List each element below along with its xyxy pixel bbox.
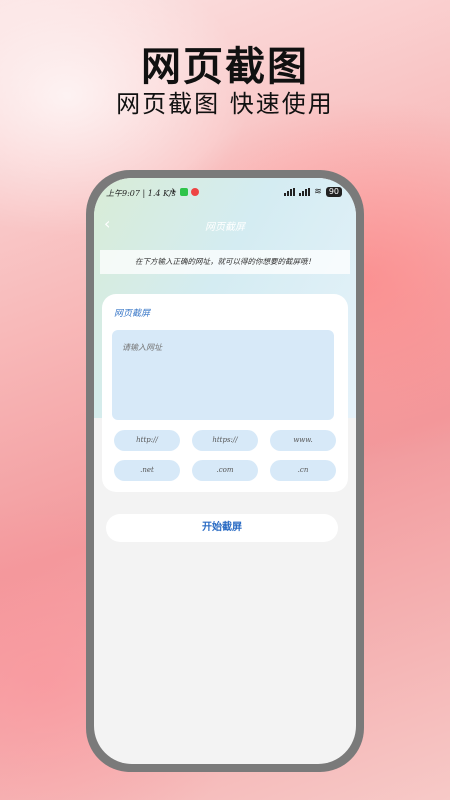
chip-cn[interactable]: .cn	[270, 460, 336, 481]
url-input[interactable]	[120, 338, 324, 356]
chip-net[interactable]: .net	[114, 460, 180, 481]
wechat-icon	[179, 187, 188, 196]
phone-frame: 上午9:07 | 1.4 K/s ✈ ≋ 90 ‹ 网页截屏 在下方输入正确的网…	[86, 170, 364, 772]
chip-http[interactable]: http://	[114, 430, 180, 451]
wifi-icon: ≋	[314, 187, 322, 197]
phone-screen: 上午9:07 | 1.4 K/s ✈ ≋ 90 ‹ 网页截屏 在下方输入正确的网…	[94, 178, 356, 764]
notification-icon: ✈	[170, 187, 177, 196]
nav-bar: ‹ 网页截屏	[94, 212, 356, 236]
signal-icon-2	[299, 188, 311, 196]
hero-subtitle: 网页截图 快速使用	[116, 90, 334, 118]
status-time: 上午9:07 | 1.4 K/s	[106, 189, 176, 198]
qq-icon	[190, 187, 199, 196]
status-bar: 上午9:07 | 1.4 K/s ✈ ≋ 90	[94, 178, 356, 206]
page-title: 网页截屏	[205, 222, 245, 233]
battery-indicator: 90	[325, 187, 342, 197]
url-input-box[interactable]	[112, 330, 334, 420]
chip-https[interactable]: https://	[192, 430, 258, 451]
chip-com[interactable]: .com	[192, 460, 258, 481]
card-label: 网页截屏	[114, 309, 151, 319]
chip-www[interactable]: www.	[270, 430, 336, 451]
signal-icon	[284, 188, 296, 196]
instruction-text: 在下方输入正确的网址，就可以得的你想要的截屏哦！	[100, 250, 350, 274]
start-screenshot-button[interactable]: 开始截屏	[106, 514, 338, 542]
screenshot-card: 网页截屏 http:// https:// www. .net .com .cn	[102, 294, 348, 492]
